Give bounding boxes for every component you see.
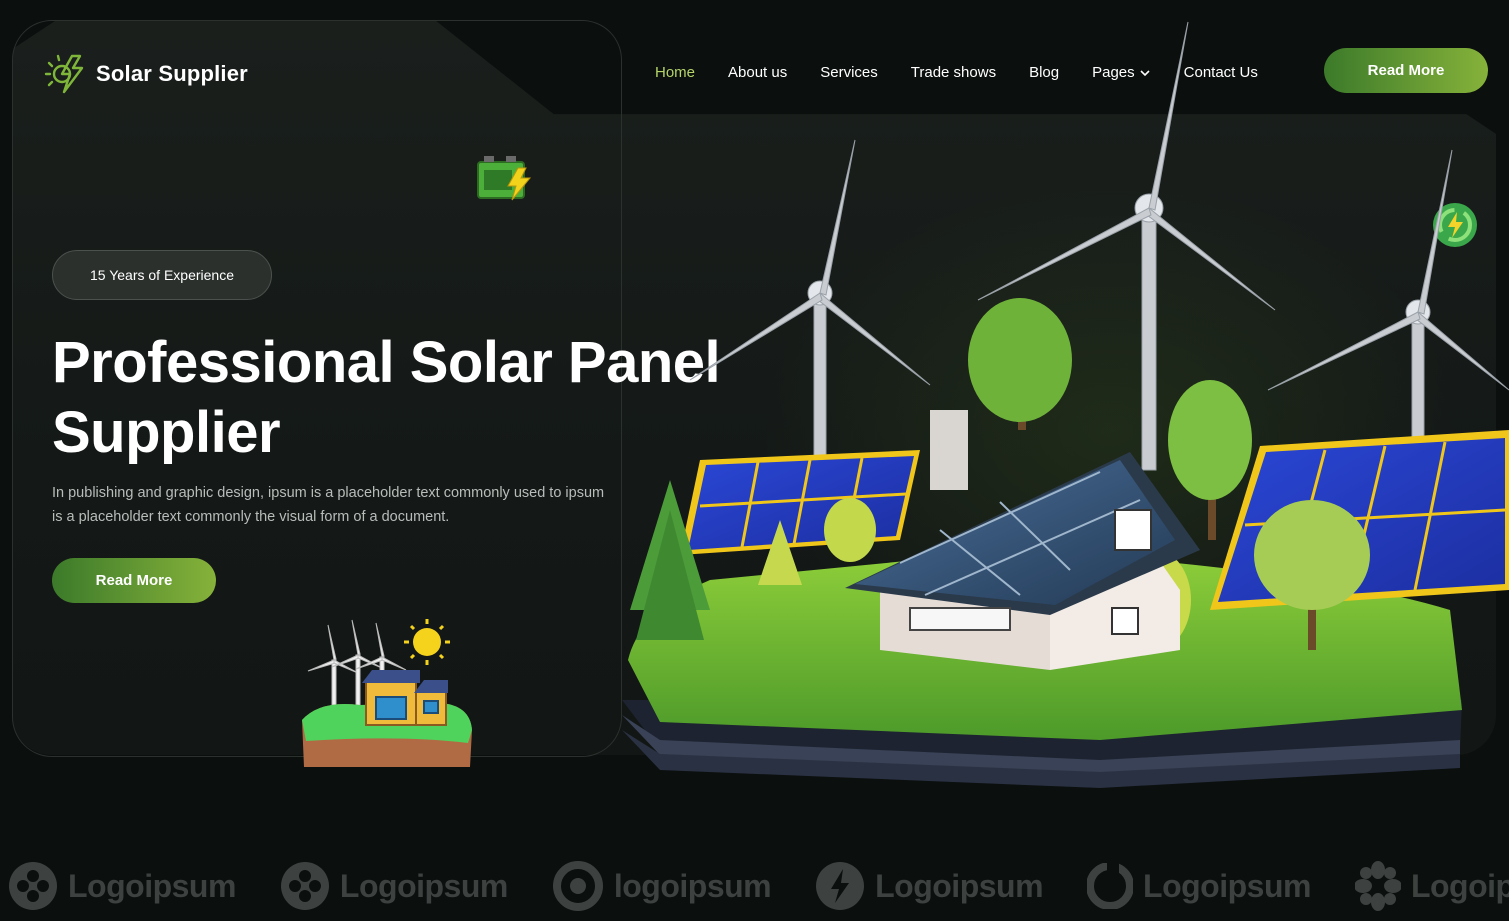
brand-name: Solar Supplier	[96, 61, 248, 86]
hero-description: In publishing and graphic design, ipsum …	[52, 485, 605, 525]
partner-logo: Logoipsum	[1087, 856, 1311, 916]
wind-turbines	[689, 21, 1509, 496]
partner-logos: Logoipsum Logoipsum logoipsum Logoipsum …	[0, 856, 1509, 916]
experience-badge: 15 Years of Experience	[52, 250, 272, 300]
flower-icon	[1354, 861, 1401, 911]
partner-logo-name: logoipsum	[613, 867, 772, 904]
partner-logo-name: Logoipsum	[339, 867, 508, 904]
partner-logo-name: Logoipsum	[1143, 867, 1311, 904]
battery-icon	[477, 156, 532, 201]
bolt-circle-icon	[816, 862, 865, 910]
ring-icon	[552, 861, 603, 911]
solar-bolt-icon	[44, 54, 84, 94]
partner-logo-name: Logoipsum	[68, 867, 236, 904]
partner-logo: Logoipsum	[280, 856, 508, 916]
partner-logo: Logoipsum	[815, 856, 1044, 916]
partner-logo: Logoipsum	[1354, 856, 1509, 916]
partner-logo: Logoipsum	[8, 856, 236, 916]
crescent-icon	[1087, 863, 1134, 909]
brand-logo[interactable]: Solar Supplier	[42, 52, 248, 96]
solar-house-illustration	[622, 21, 1509, 788]
hero-read-more-button[interactable]: Read More	[52, 558, 216, 603]
mini-house-illustration	[302, 619, 472, 767]
clover-icon	[9, 862, 57, 910]
left-solar-panel	[680, 450, 920, 555]
partner-logo-name: Logoipsum	[875, 867, 1044, 904]
partner-logo-name: Logoipsum	[1410, 867, 1509, 904]
partner-logo: logoipsum	[552, 856, 772, 916]
clover-icon	[280, 862, 329, 910]
